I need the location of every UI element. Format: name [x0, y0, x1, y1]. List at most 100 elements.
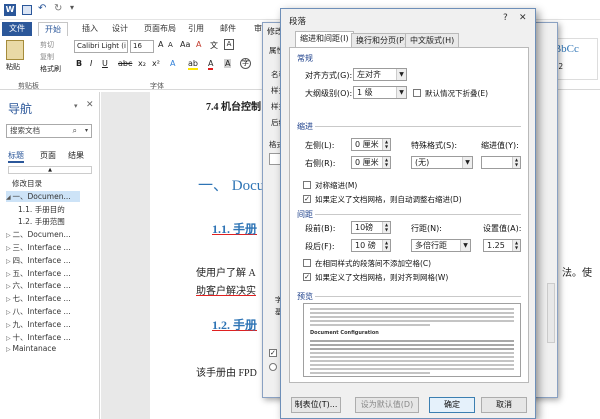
ok-button[interactable]: 确定 — [429, 397, 475, 413]
tab-design[interactable]: 设计 — [106, 22, 134, 36]
format-painter-button[interactable]: 格式刷 — [40, 64, 61, 74]
space-before-input[interactable]: 10磅 ▲ ▼ — [351, 221, 391, 234]
nav-item[interactable]: ▷ 五、Interface ... — [6, 268, 71, 279]
nav-search-input[interactable]: 搜索文档 ⌕ ▾ — [6, 124, 92, 138]
nav-item[interactable]: ▷ 七、Interface ... — [6, 293, 71, 304]
char-shading-icon[interactable]: A — [224, 59, 232, 68]
mirror-indent-checkbox[interactable] — [303, 181, 311, 189]
nav-tab-pages[interactable]: 页面 — [40, 150, 56, 161]
nav-item[interactable]: ▷ Maintanace — [6, 344, 56, 353]
change-case-icon[interactable]: Aa — [180, 40, 190, 49]
cancel-button[interactable]: 取消 — [481, 397, 527, 413]
spin-arrows-icon[interactable]: ▲ ▼ — [382, 222, 390, 233]
copy-button[interactable]: 复制 — [40, 52, 54, 62]
font-color-icon[interactable]: A — [208, 59, 214, 70]
line-spacing-select[interactable]: 多倍行距 ▼ — [411, 239, 471, 252]
tab-page-layout[interactable]: 页面布局 — [138, 22, 182, 36]
behind-scrollbar[interactable] — [547, 283, 555, 343]
shrink-font-icon[interactable]: A — [168, 41, 173, 49]
outline-level-select[interactable]: 1 级 ▼ — [353, 86, 407, 99]
underline-icon[interactable]: U — [102, 59, 108, 68]
close-nav-icon[interactable]: ✕ — [86, 100, 94, 110]
search-icon[interactable]: ⌕ — [73, 125, 77, 137]
indent-by-input[interactable]: ▲ ▼ — [481, 156, 521, 169]
tab-insert[interactable]: 插入 — [76, 22, 104, 36]
paste-button[interactable]: 粘贴 — [6, 62, 20, 72]
no-space-same-style-checkbox[interactable] — [303, 259, 311, 267]
clear-format-icon[interactable]: A — [196, 40, 201, 49]
save-icon[interactable] — [22, 5, 32, 15]
undo-icon[interactable]: ↶ — [38, 3, 46, 14]
nav-item[interactable]: ▷ 二、Documen... — [6, 229, 71, 240]
special-select[interactable]: (无) ▼ — [411, 156, 473, 169]
mirror-indent-label: 对称缩进(M) — [315, 181, 358, 190]
strikethrough-icon[interactable]: abc — [118, 59, 132, 68]
paste-icon[interactable] — [6, 40, 24, 60]
spin-arrows-icon[interactable]: ▲ ▼ — [512, 157, 520, 168]
cut-button[interactable]: 剪切 — [40, 40, 54, 50]
nav-tab-headings[interactable]: 标题 — [8, 150, 24, 163]
nav-item[interactable]: ◢ 一、Documen... — [6, 190, 80, 202]
phonetic-icon[interactable]: 文 — [210, 40, 218, 51]
behind-radio[interactable] — [269, 363, 277, 371]
help-icon[interactable]: ? — [503, 13, 508, 23]
set-default-button[interactable]: 设为默认值(D) — [355, 397, 419, 413]
line-spacing-at-label: 设置值(A): — [483, 224, 522, 233]
nav-item[interactable]: ▷ 八、Interface ... — [6, 306, 71, 317]
alignment-select[interactable]: 左对齐 ▼ — [353, 68, 407, 81]
bold-icon[interactable]: B — [76, 59, 82, 68]
italic-icon[interactable]: I — [90, 59, 92, 68]
tab-home[interactable]: 开始 — [38, 22, 68, 36]
snap-to-grid-checkbox[interactable]: ✓ — [303, 273, 311, 281]
char-border-icon[interactable]: A — [224, 39, 234, 50]
nav-item[interactable]: 1.2. 手册范围 — [18, 216, 65, 227]
close-dialog-icon[interactable]: ✕ — [519, 13, 527, 23]
special-label: 特殊格式(S): — [411, 141, 458, 150]
indent-right-input[interactable]: 0 厘米 ▲ ▼ — [351, 156, 391, 169]
font-size-select[interactable]: 16 — [130, 40, 154, 53]
tabs-button[interactable]: 制表位(T)... — [291, 397, 341, 413]
tab-indents-spacing[interactable]: 缩进和间距(I) — [295, 31, 354, 47]
nav-item[interactable]: ▷ 十、Interface ... — [6, 332, 71, 343]
snap-to-grid-label: 如果定义了文档网格，则对齐到网格(W) — [315, 273, 449, 282]
nav-item-label: 十、Interface ... — [12, 332, 71, 342]
tab-file[interactable]: 文件 — [2, 22, 32, 36]
word-logo-icon: W — [4, 4, 16, 16]
nav-item[interactable]: ▷ 三、Interface ... — [6, 242, 71, 253]
line-spacing-at-input[interactable]: 1.25 ▲ ▼ — [483, 239, 521, 252]
tab-asian-typography[interactable]: 中文版式(H) — [405, 33, 460, 47]
spin-arrows-icon[interactable]: ▲ ▼ — [382, 240, 390, 251]
search-dropdown-icon[interactable]: ▾ — [85, 125, 88, 137]
nav-tab-results[interactable]: 结果 — [68, 150, 84, 161]
grow-font-icon[interactable]: A — [158, 40, 163, 49]
tab-references[interactable]: 引用 — [182, 22, 210, 36]
text-effects-icon[interactable]: A — [170, 59, 175, 68]
behind-checkbox[interactable]: ✓ — [269, 349, 277, 357]
chevron-down-icon: ▼ — [396, 69, 406, 80]
superscript-icon[interactable]: x² — [152, 59, 160, 68]
spin-arrows-icon[interactable]: ▲ ▼ — [382, 139, 390, 150]
alignment-label: 对齐方式(G): — [305, 71, 353, 80]
nav-menu-icon[interactable]: ▾ — [74, 102, 78, 110]
nav-item[interactable]: ▷ 四、Interface ... — [6, 255, 71, 266]
auto-adjust-checkbox[interactable]: ✓ — [303, 195, 311, 203]
nav-item[interactable]: 1.1. 手册目的 — [18, 204, 65, 215]
redo-icon[interactable]: ↻ — [54, 3, 62, 14]
subscript-icon[interactable]: x₂ — [138, 59, 146, 68]
collapsed-checkbox[interactable] — [413, 89, 421, 97]
indent-left-input[interactable]: 0 厘米 ▲ ▼ — [351, 138, 391, 151]
nav-item[interactable]: ▷ 九、Interface ... — [6, 319, 71, 330]
nav-item[interactable]: ▷ 六、Interface ... — [6, 280, 71, 291]
highlight-icon[interactable]: ab — [188, 59, 198, 70]
enclose-char-icon[interactable]: 字 — [240, 58, 251, 69]
customize-qat-icon[interactable]: ▾ — [70, 3, 74, 12]
spin-arrows-icon[interactable]: ▲ ▼ — [512, 240, 520, 251]
tab-line-page-breaks[interactable]: 换行和分页(P) — [351, 33, 413, 47]
font-name-select[interactable]: Calibri Light (i — [74, 40, 128, 53]
nav-scroll-up[interactable]: ▲ — [8, 166, 92, 174]
spin-arrows-icon[interactable]: ▲ ▼ — [382, 157, 390, 168]
indent-left-label: 左侧(L): — [305, 141, 335, 150]
space-after-input[interactable]: 10 磅 ▲ ▼ — [351, 239, 391, 252]
nav-item[interactable]: 修改目录 — [12, 178, 42, 189]
tab-mailings[interactable]: 邮件 — [214, 22, 242, 36]
